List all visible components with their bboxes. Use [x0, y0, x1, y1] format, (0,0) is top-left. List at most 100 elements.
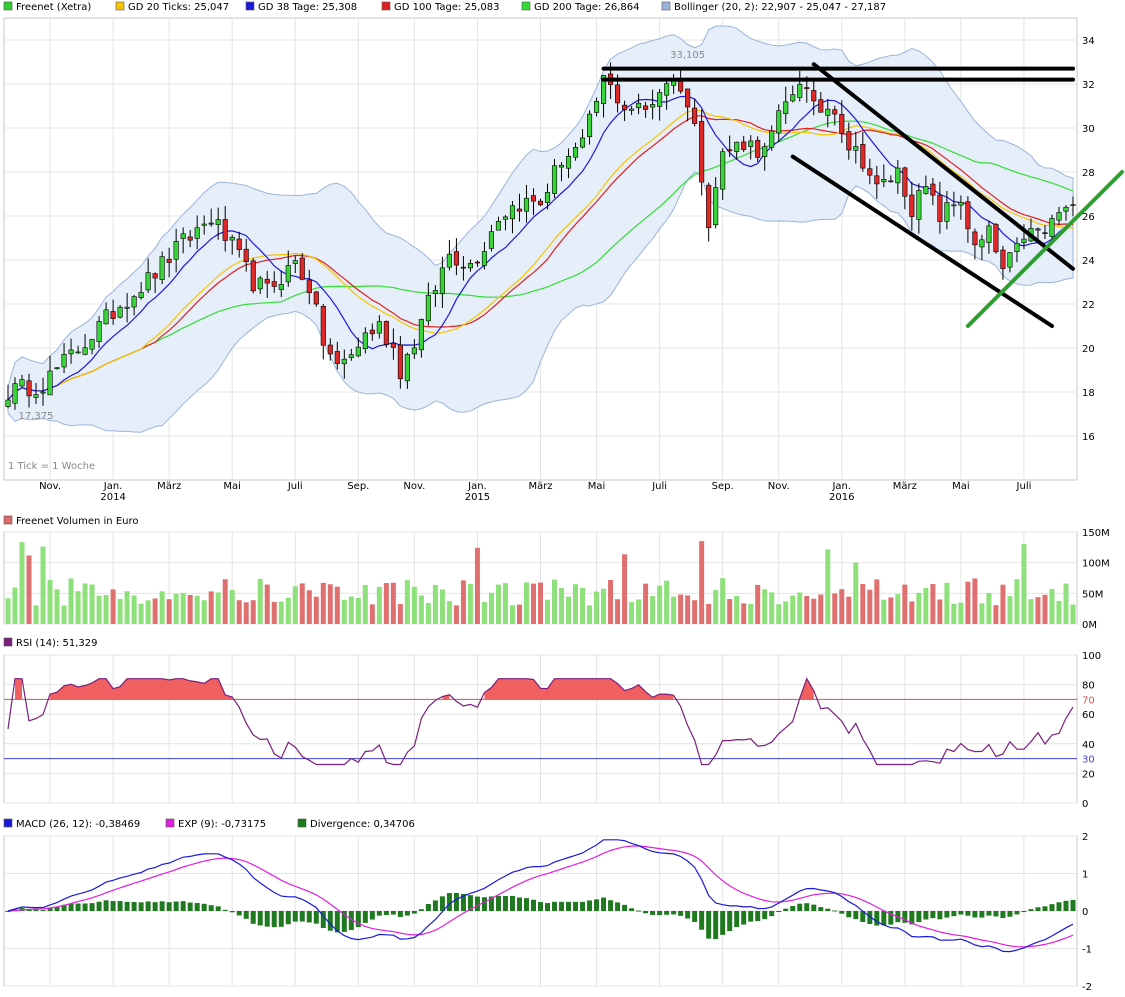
divergence-bar [502, 896, 508, 911]
divergence-bar [741, 911, 747, 925]
volume-legend: Freenet Volumen in Euro [3, 515, 138, 527]
volume-bar [334, 586, 340, 624]
volume-bar [608, 579, 614, 624]
candle-body [685, 88, 691, 108]
candle-body [832, 109, 838, 115]
rsi-y-tick-label: 100 [1082, 651, 1101, 662]
volume-bar [566, 596, 572, 624]
divergence-bar [622, 904, 628, 911]
divergence-bar [783, 908, 789, 911]
candle-body [131, 296, 137, 308]
candle-body [769, 130, 775, 148]
price-x-tick-label: Sep. [347, 481, 369, 492]
candle-body [937, 194, 943, 222]
divergence-bar [762, 911, 768, 920]
volume-bar [748, 603, 754, 624]
divergence-bar [145, 901, 151, 911]
low-annotation: 17,375 [19, 411, 54, 422]
volume-bar [916, 592, 922, 624]
divergence-bar [552, 901, 558, 911]
rsi-panel: 70 30 0 20 40 60 80 100 RSI (14): 51,329 [3, 637, 1101, 810]
divergence-bar [664, 911, 670, 915]
divergence-bar [201, 903, 207, 911]
volume-bar [110, 589, 116, 624]
divergence-bar [748, 911, 754, 922]
price-y-ticks: 16 18 20 22 24 26 28 30 32 34 [1082, 36, 1095, 443]
divergence-bar [790, 906, 796, 911]
divergence-bar [236, 911, 242, 916]
rsi-legend: RSI (14): 51,329 [3, 637, 98, 649]
candle-body [622, 104, 628, 111]
candle-body [446, 253, 452, 268]
candle-body [839, 114, 845, 134]
volume-bar [839, 589, 845, 624]
candle-body [523, 197, 530, 212]
candle-body [390, 342, 396, 348]
divergence-bar [916, 911, 922, 923]
volume-bar [580, 587, 586, 624]
divergence-bar [131, 901, 137, 911]
volume-bar [257, 578, 263, 624]
divergence-bar [965, 911, 971, 916]
volume-bar [552, 579, 558, 624]
candle-body [432, 290, 438, 294]
legend-label: RSI (14): 51,329 [16, 638, 98, 649]
candle-body [54, 367, 60, 369]
volume-bar [432, 585, 438, 624]
divergence-bar [103, 900, 109, 911]
volume-bar [804, 595, 810, 624]
volume-bar [874, 579, 880, 624]
divergence-bar [481, 897, 487, 911]
divergence-bar [608, 900, 614, 911]
divergence-bar [425, 903, 431, 911]
candle-body [292, 260, 298, 264]
divergence-bar [1049, 904, 1055, 911]
volume-bar [622, 554, 628, 624]
volume-bar [629, 602, 635, 624]
volume-bar [271, 601, 277, 624]
price-x-tick-label: Sep. [712, 481, 734, 492]
divergence-bar [509, 895, 515, 911]
divergence-bar [559, 901, 565, 911]
price-x-tick-label: Juli [1016, 481, 1032, 492]
volume-bar [488, 592, 494, 624]
volume-bar [895, 594, 901, 624]
divergence-bar [566, 901, 572, 911]
rsi-overbought-area [799, 678, 814, 700]
divergence-bar [1014, 911, 1020, 915]
candle-body [96, 321, 102, 342]
divergence-bar [720, 911, 726, 935]
candle-body [355, 346, 361, 357]
candle-body [439, 267, 445, 294]
legend-label: GD 20 Ticks: 25,047 [128, 2, 229, 13]
candle-body [334, 351, 340, 364]
divergence-bar [657, 911, 663, 916]
candle-body [916, 190, 922, 220]
volume-bar [783, 601, 789, 624]
candle-body [369, 329, 375, 335]
divergence-bar [972, 911, 978, 918]
candle-body [537, 200, 544, 206]
volume-bar [699, 541, 705, 624]
candle-body [278, 284, 284, 290]
candle-body [481, 251, 487, 266]
divergence-bar [734, 911, 740, 928]
candle-body [643, 105, 649, 110]
price-x-tick-label: Juli [651, 481, 667, 492]
divergence-bar [327, 911, 333, 931]
price-x-tick-label: März [893, 481, 917, 492]
candle-body [1070, 204, 1076, 206]
candle-body [306, 279, 312, 294]
candle-body [383, 321, 389, 345]
macd-y-ticks: -2 -1 0 1 2 [1082, 832, 1092, 993]
candle-body [285, 265, 291, 283]
volume-bar [250, 600, 256, 624]
candle-body [530, 195, 537, 202]
volume-bar [1056, 600, 1062, 624]
high-annotation: 33,105 [670, 50, 705, 61]
divergence-bar [208, 905, 214, 911]
volume-bar [341, 599, 347, 624]
divergence-bar [1007, 911, 1013, 917]
volume-bar [278, 601, 284, 624]
divergence-bar [369, 911, 375, 920]
